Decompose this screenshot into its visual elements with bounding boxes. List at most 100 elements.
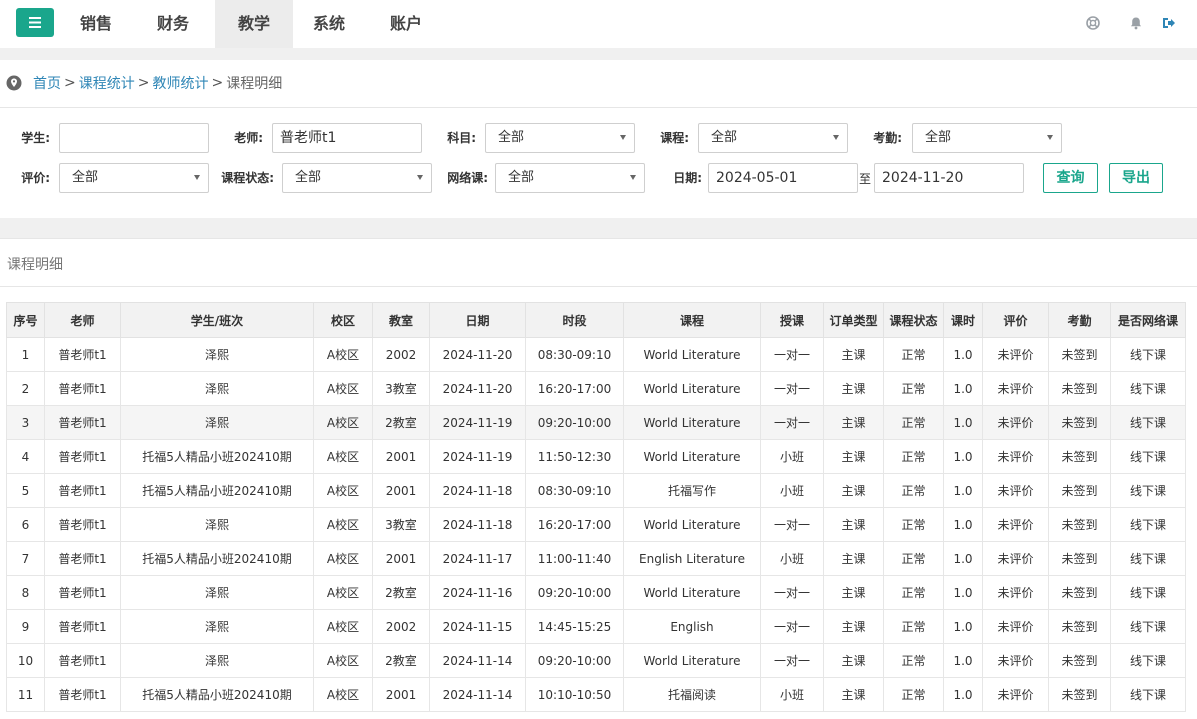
cell-order-type: 主课 — [823, 371, 884, 406]
cell-attendance: 未签到 — [1048, 541, 1111, 576]
cell-date: 2024-11-17 — [429, 541, 526, 576]
nav-item-account[interactable]: 账户 — [370, 0, 442, 48]
course-select[interactable]: 全部 — [698, 123, 848, 153]
teacher-input[interactable]: 普老师t1 — [272, 123, 422, 153]
cell-rating: 未评价 — [982, 405, 1049, 440]
attendance-select[interactable]: 全部 — [912, 123, 1062, 153]
top-nav-bar: 销售 财务 教学 系统 账户 — [0, 0, 1197, 48]
cell-rating: 未评价 — [982, 507, 1049, 542]
nav-item-teaching[interactable]: 教学 — [215, 0, 293, 48]
column-header: 课程 — [623, 302, 761, 338]
caret-down-icon — [630, 175, 636, 180]
cell-room: 3教室 — [372, 371, 430, 406]
rating-select[interactable]: 全部 — [59, 163, 209, 193]
cell-room: 2001 — [372, 473, 430, 508]
cell-campus: A校区 — [313, 507, 373, 542]
course-status-label: 课程状态: — [221, 171, 274, 185]
help-circle-icon[interactable] — [1085, 15, 1101, 31]
nav-item-finance[interactable]: 财务 — [138, 0, 208, 48]
cell-teacher: 普老师t1 — [44, 473, 121, 508]
online-course-label: 网络课: — [447, 171, 488, 185]
cell-hours: 1.0 — [943, 541, 983, 576]
table-row[interactable]: 5 普老师t1 托福5人精品小班202410期 A校区 2001 2024-11-18 08… — [6, 473, 1186, 508]
cell-time: 09:20-10:00 — [525, 575, 624, 610]
column-header: 课程状态 — [883, 302, 944, 338]
course-status-select[interactable]: 全部 — [282, 163, 432, 193]
caret-down-icon — [417, 175, 423, 180]
caret-down-icon — [620, 135, 626, 140]
menu-toggle-button[interactable] — [16, 8, 54, 37]
date-to-input[interactable]: 2024-11-20 — [874, 163, 1024, 193]
cell-time: 10:10-10:50 — [525, 677, 624, 712]
cell-online: 线下课 — [1110, 337, 1186, 372]
caret-down-icon — [833, 135, 839, 140]
cell-time: 11:50-12:30 — [525, 439, 624, 474]
column-header: 时段 — [525, 302, 624, 338]
breadcrumb-teacher-stats[interactable]: 教师统计 — [152, 73, 208, 93]
query-button[interactable]: 查询 — [1043, 163, 1098, 193]
column-header: 校区 — [313, 302, 373, 338]
cell-student: 泽熙 — [120, 609, 314, 644]
cell-teaching-mode: 一对一 — [760, 507, 824, 542]
cell-student: 泽熙 — [120, 575, 314, 610]
cell-course: English — [623, 609, 761, 644]
cell-course: World Literature — [623, 575, 761, 610]
cell-rating: 未评价 — [982, 337, 1049, 372]
cell-order-type: 主课 — [823, 575, 884, 610]
cell-teaching-mode: 小班 — [760, 541, 824, 576]
table-row[interactable]: 8 普老师t1 泽熙 A校区 2教室 2024-11-16 09:20-10:00 World… — [6, 575, 1186, 610]
cell-rating: 未评价 — [982, 371, 1049, 406]
cell-online: 线下课 — [1110, 609, 1186, 644]
table-body: 1 普老师t1 泽熙 A校区 2002 2024-11-20 08:30-09:10 Worl… — [6, 337, 1186, 712]
column-header: 课时 — [943, 302, 983, 338]
cell-teaching-mode: 一对一 — [760, 643, 824, 678]
student-input[interactable] — [59, 123, 209, 153]
breadcrumb-home[interactable]: 首页 — [33, 73, 61, 93]
cell-online: 线下课 — [1110, 473, 1186, 508]
table-row[interactable]: 4 普老师t1 托福5人精品小班202410期 A校区 2001 2024-11-19 11… — [6, 439, 1186, 474]
cell-attendance: 未签到 — [1048, 371, 1111, 406]
table-row[interactable]: 9 普老师t1 泽熙 A校区 2002 2024-11-15 14:45-15:25 Engl… — [6, 609, 1186, 644]
cell-campus: A校区 — [313, 439, 373, 474]
date-from-input[interactable]: 2024-05-01 — [708, 163, 858, 193]
subject-select[interactable]: 全部 — [485, 123, 635, 153]
table-row[interactable]: 1 普老师t1 泽熙 A校区 2002 2024-11-20 08:30-09:10 Worl… — [6, 337, 1186, 372]
cell-course: 托福写作 — [623, 473, 761, 508]
bell-icon[interactable] — [1128, 15, 1144, 31]
cell-date: 2024-11-20 — [429, 337, 526, 372]
online-course-select[interactable]: 全部 — [495, 163, 645, 193]
cell-attendance: 未签到 — [1048, 337, 1111, 372]
export-button[interactable]: 导出 — [1109, 163, 1163, 193]
cell-hours: 1.0 — [943, 473, 983, 508]
breadcrumb-course-stats[interactable]: 课程统计 — [79, 73, 135, 93]
column-header: 考勤 — [1048, 302, 1111, 338]
cell-campus: A校区 — [313, 405, 373, 440]
online-course-select-value: 全部 — [508, 170, 535, 185]
cell-hours: 1.0 — [943, 371, 983, 406]
cell-online: 线下课 — [1110, 643, 1186, 678]
table-row[interactable]: 10 普老师t1 泽熙 A校区 2教室 2024-11-14 09:20-10:00 Worl… — [6, 643, 1186, 678]
cell-course-status: 正常 — [883, 575, 944, 610]
cell-attendance: 未签到 — [1048, 609, 1111, 644]
table-row[interactable]: 11 普老师t1 托福5人精品小班202410期 A校区 2001 2024-11-14 1… — [6, 677, 1186, 712]
nav-item-sales[interactable]: 销售 — [60, 0, 132, 48]
nav-item-system[interactable]: 系统 — [293, 0, 365, 48]
cell-teacher: 普老师t1 — [44, 541, 121, 576]
cell-teacher: 普老师t1 — [44, 507, 121, 542]
cell-date: 2024-11-19 — [429, 405, 526, 440]
table-row[interactable]: 3 普老师t1 泽熙 A校区 2教室 2024-11-19 09:20-10:00 World… — [6, 405, 1186, 440]
table-row[interactable]: 2 普老师t1 泽熙 A校区 3教室 2024-11-20 16:20-17:00 World… — [6, 371, 1186, 406]
logout-icon[interactable] — [1160, 15, 1176, 31]
cell-order-type: 主课 — [823, 473, 884, 508]
column-header: 评价 — [982, 302, 1049, 338]
breadcrumb-separator: > — [137, 75, 150, 91]
cell-campus: A校区 — [313, 337, 373, 372]
rating-select-value: 全部 — [72, 170, 99, 185]
breadcrumb-separator: > — [211, 75, 224, 91]
cell-teacher: 普老师t1 — [44, 371, 121, 406]
table-row[interactable]: 7 普老师t1 托福5人精品小班202410期 A校区 2001 2024-11-17 11… — [6, 541, 1186, 576]
cell-teacher: 普老师t1 — [44, 439, 121, 474]
attendance-select-value: 全部 — [925, 130, 952, 145]
table-row[interactable]: 6 普老师t1 泽熙 A校区 3教室 2024-11-18 16:20-17:00 World… — [6, 507, 1186, 542]
cell-teaching-mode: 一对一 — [760, 337, 824, 372]
